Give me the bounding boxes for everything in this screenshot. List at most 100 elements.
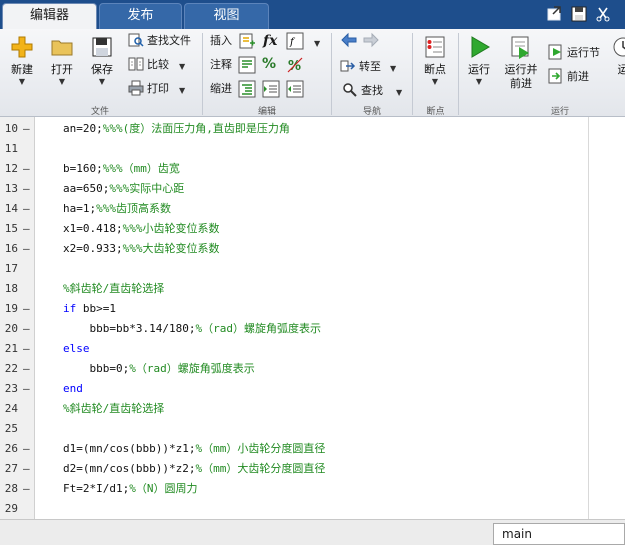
code-line[interactable]: 22– bbb=0;%（rad）螺旋角弧度表示 — [0, 359, 588, 379]
code-line[interactable]: 28– Ft=2*I/d1;%（N）圆周力 — [0, 479, 588, 499]
breakpoint-marker[interactable]: – — [23, 299, 30, 319]
line-number: 13 — [4, 182, 18, 195]
code-line[interactable]: 27– d2=(mn/cos(bbb))*z2;%（mm）大齿轮分度圆直径 — [0, 459, 588, 479]
print-button[interactable]: 打印 — [128, 79, 169, 99]
code-line[interactable]: 12– b=160;%%%（mm）齿宽 — [0, 159, 588, 179]
forward-button[interactable] — [362, 32, 380, 52]
breakpoint-marker[interactable]: – — [23, 339, 30, 359]
plus-icon — [10, 35, 34, 59]
breakpoint-marker[interactable]: – — [23, 319, 30, 339]
code-line[interactable]: 18 %斜齿轮/直齿轮选择 — [0, 279, 588, 299]
group-divider — [412, 33, 413, 115]
new-button[interactable]: 新建 ▼ — [4, 31, 40, 87]
code-text: if bb>=1 — [63, 299, 116, 319]
cut-icon[interactable] — [594, 5, 612, 23]
code-line[interactable]: 21– else — [0, 339, 588, 359]
code-text: x2=0.933;%%%大齿轮变位系数 — [63, 239, 219, 259]
find-dropdown-icon[interactable]: ▼ — [396, 88, 402, 97]
insert-button[interactable]: 插入 — [210, 31, 232, 51]
insert-section-icon[interactable] — [238, 32, 256, 52]
code-line[interactable]: 19– if bb>=1 — [0, 299, 588, 319]
breakpoint-marker[interactable]: – — [23, 479, 30, 499]
code-text: ha=1;%%%齿顶高系数 — [63, 199, 171, 219]
code-text: %斜齿轮/直齿轮选择 — [63, 279, 164, 299]
increase-indent-icon[interactable] — [262, 80, 280, 100]
save-button[interactable]: 保存 ▼ — [84, 31, 120, 87]
code-line[interactable]: 13– aa=650;%%%实际中心距 — [0, 179, 588, 199]
code-line[interactable]: 10– an=20;%%%(度）法面压力角,直齿即是压力角 — [0, 119, 588, 139]
code-editor[interactable]: 10– an=20;%%%(度）法面压力角,直齿即是压力角 11 12– b=160;%… — [0, 117, 625, 519]
breakpoint-marker[interactable]: – — [23, 119, 30, 139]
tab-editor[interactable]: 编辑器 — [2, 3, 97, 29]
compare-button[interactable]: 比较 — [128, 55, 169, 75]
comment-token: %斜齿轮/直齿轮选择 — [63, 402, 165, 415]
code-line[interactable]: 20– bbb=bb*3.14/180;%（rad）螺旋角弧度表示 — [0, 319, 588, 339]
breakpoint-marker[interactable]: – — [23, 379, 30, 399]
code-line[interactable]: 24 %斜齿轮/直齿轮选择 — [0, 399, 588, 419]
breakpoint-marker[interactable]: – — [23, 179, 30, 199]
code-line[interactable]: 11 — [0, 139, 588, 159]
indent-button[interactable]: 缩进 — [210, 79, 232, 99]
code-token: an=20; — [63, 122, 103, 135]
function-name-field[interactable]: main — [493, 523, 625, 545]
undock-icon[interactable] — [546, 5, 564, 23]
insert-function-list-icon[interactable]: f — [286, 32, 304, 52]
find-files-button[interactable]: 查找文件 — [128, 31, 191, 51]
code-text: d1=(mn/cos(bbb))*z1;%（mm）小齿轮分度圆直径 — [63, 439, 325, 459]
code-line[interactable]: 25 — [0, 419, 588, 439]
advance-button[interactable]: 前进 — [548, 67, 589, 87]
group-label-run: 运行 — [550, 107, 569, 117]
toolstrip: 新建 ▼ 打开 ▼ 保存 ▼ 查找文件 比较 ▼ 打印 ▼ 文件 插入 注释 缩… — [0, 29, 625, 117]
goto-dropdown-icon[interactable]: ▼ — [390, 64, 396, 73]
breakpoint-marker[interactable]: – — [23, 459, 30, 479]
code-line[interactable]: 26– d1=(mn/cos(bbb))*z1;%（mm）小齿轮分度圆直径 — [0, 439, 588, 459]
insert-dropdown-icon[interactable]: ▼ — [314, 39, 320, 48]
chevron-down-icon: ▼ — [98, 77, 106, 86]
find-button[interactable]: 查找 — [342, 81, 383, 101]
comment-icon[interactable] — [238, 56, 256, 76]
save-icon[interactable] — [570, 5, 588, 23]
decrease-indent-icon[interactable] — [286, 80, 304, 100]
print-dropdown-icon[interactable]: ▼ — [179, 86, 185, 95]
open-button[interactable]: 打开 ▼ — [44, 31, 80, 87]
run-and-time-button[interactable]: 运 — [608, 31, 625, 77]
compare-dropdown-icon[interactable]: ▼ — [179, 62, 185, 71]
code-line[interactable]: 29 — [0, 499, 588, 519]
insert-function-button[interactable]: fx — [263, 31, 277, 51]
tab-publish[interactable]: 发布 — [99, 3, 182, 29]
uncomment-icon[interactable]: % — [286, 56, 304, 76]
run-section-label: 运行节 — [567, 46, 600, 59]
magnifier-icon — [342, 82, 358, 98]
play-icon — [467, 35, 491, 59]
comment-percent-button[interactable]: % — [262, 54, 276, 74]
tab-view[interactable]: 视图 — [184, 3, 269, 29]
breakpoint-marker[interactable]: – — [23, 439, 30, 459]
goto-icon — [340, 58, 356, 74]
code-line[interactable]: 14– ha=1;%%%齿顶高系数 — [0, 199, 588, 219]
code-token: ha=1; — [63, 202, 97, 215]
breakpoint-marker[interactable]: – — [23, 159, 30, 179]
breakpoints-button[interactable]: 断点 ▼ — [416, 31, 454, 87]
line-number: 23 — [4, 382, 18, 395]
goto-button[interactable]: 转至 — [340, 57, 381, 77]
code-text: bbb=0;%（rad）螺旋角弧度表示 — [63, 359, 254, 379]
indent-label: 缩进 — [210, 82, 232, 95]
run-button[interactable]: 运行 ▼ — [461, 31, 497, 87]
breakpoint-marker[interactable]: – — [23, 239, 30, 259]
breakpoint-marker[interactable]: – — [23, 199, 30, 219]
back-button[interactable] — [340, 32, 358, 52]
breakpoint-marker[interactable]: – — [23, 359, 30, 379]
comment-button[interactable]: 注释 — [210, 55, 232, 75]
code-line[interactable]: 17 — [0, 259, 588, 279]
code-line[interactable]: 23– end — [0, 379, 588, 399]
group-label-navigate: 导航 — [362, 107, 381, 117]
run-section-icon — [548, 44, 564, 60]
smart-indent-icon[interactable] — [238, 80, 256, 100]
code-line[interactable]: 15– x1=0.418;%%%小齿轮变位系数 — [0, 219, 588, 239]
code-token: aa=650; — [63, 182, 110, 195]
run-advance-button[interactable]: 运行并 前进 — [500, 31, 542, 91]
code-line[interactable]: 16– x2=0.933;%%%大齿轮变位系数 — [0, 239, 588, 259]
comment-token: %%%（mm）齿宽 — [102, 162, 180, 175]
breakpoint-marker[interactable]: – — [23, 219, 30, 239]
run-section-button[interactable]: 运行节 — [548, 43, 600, 63]
